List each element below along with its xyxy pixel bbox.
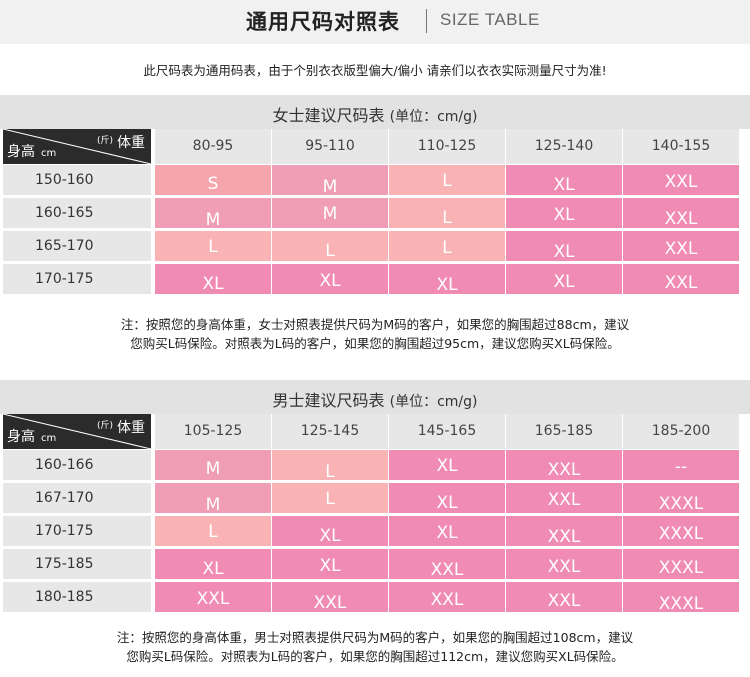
height-row-header: 150-160 — [3, 165, 151, 195]
men-note: 注：按照您的身高体重，男士对照表提供尺码为M码的客户，如果您的胸围超过108cm… — [0, 628, 750, 666]
women-unit-text: (单位：cm/g) — [389, 109, 478, 125]
size-cell: M — [272, 198, 388, 228]
size-cell: XXL — [623, 165, 739, 195]
size-cell: L — [389, 165, 505, 195]
size-cell: L — [389, 231, 505, 261]
weight-text: 体重 — [117, 135, 145, 151]
size-cell: XL — [155, 264, 271, 294]
size-cell: -- — [623, 450, 739, 480]
size-cell: M — [155, 198, 271, 230]
height-row-header: 170-175 — [3, 516, 151, 546]
weight-column-header: 110-125 — [389, 129, 505, 164]
size-cell: XL — [155, 549, 271, 579]
weight-column-header: 140-155 — [623, 129, 739, 164]
size-cell: XXL — [155, 582, 271, 612]
size-cell: XXL — [623, 264, 739, 294]
size-cell: L — [272, 450, 388, 482]
size-cell: XXL — [506, 549, 622, 579]
size-cell: XL — [506, 198, 622, 228]
height-label: 身高 cm — [7, 426, 56, 446]
height-row-header: 160-165 — [3, 198, 151, 228]
size-cell: XXL — [506, 516, 622, 547]
women-title-text: 女士建议尺码表 — [272, 106, 385, 125]
size-cell: L — [272, 231, 388, 261]
height-row-header: 165-170 — [3, 231, 151, 261]
size-cell: S — [155, 165, 271, 195]
page-title: 通用尺码对照表 — [246, 10, 400, 34]
weight-text: 体重 — [117, 420, 145, 436]
size-cell: XXL — [389, 549, 505, 580]
size-cell: XXXL — [623, 549, 739, 579]
size-cell: XXL — [389, 582, 505, 612]
weight-column-header: 125-140 — [506, 129, 622, 164]
men-corner-header: (斤) 体重 身高 cm — [3, 414, 151, 449]
women-corner-header: (斤) 体重 身高 cm — [3, 129, 151, 164]
weight-column-header: 125-145 — [272, 414, 388, 449]
size-cell: XL — [272, 549, 388, 579]
men-unit-text: (单位：cm/g) — [389, 394, 478, 410]
size-cell: L — [272, 483, 388, 513]
size-cell: XL — [389, 516, 505, 546]
weight-column-header: 145-165 — [389, 414, 505, 449]
height-row-header: 180-185 — [3, 582, 151, 612]
height-text: 身高 — [7, 144, 35, 160]
men-table-header: 男士建议尺码表 (单位：cm/g) — [0, 380, 750, 414]
women-size-section: 女士建议尺码表 (单位：cm/g) (斤) 体重 身高 cm 注：按照您的身高体重，… — [0, 95, 750, 351]
size-cell: L — [389, 198, 505, 228]
size-cell: XXL — [623, 198, 739, 229]
height-row-header: 160-166 — [3, 450, 151, 480]
size-cell: XL — [272, 264, 388, 294]
height-unit: cm — [41, 433, 57, 444]
size-cell: XL — [506, 231, 622, 262]
height-label: 身高 cm — [7, 141, 56, 161]
size-cell: XL — [506, 165, 622, 195]
weight-column-header: 165-185 — [506, 414, 622, 449]
weight-column-header: 105-125 — [155, 414, 271, 449]
men-size-section: 男士建议尺码表 (单位：cm/g) (斤) 体重 身高 cm 注：按照您的身高体重，… — [0, 380, 750, 670]
women-table-header: 女士建议尺码表 (单位：cm/g) — [0, 95, 750, 129]
weight-column-header: 80-95 — [155, 129, 271, 164]
size-cell: XXL — [506, 450, 622, 480]
size-cell: XL — [272, 516, 388, 546]
women-note: 注：按照您的身高体重，女士对照表提供尺码为M码的客户，如果您的胸围超过88cm，… — [0, 315, 750, 353]
size-cell: L — [155, 516, 271, 546]
size-cell: XXXL — [623, 483, 739, 514]
size-cell: XL — [389, 450, 505, 480]
weight-column-header: 185-200 — [623, 414, 739, 449]
height-row-header: 170-175 — [3, 264, 151, 294]
size-cell: XXL — [506, 582, 622, 612]
height-text: 身高 — [7, 429, 35, 445]
men-note-line: 注：按照您的身高体重，男士对照表提供尺码为M码的客户，如果您的胸围超过108cm… — [116, 630, 634, 645]
title-banner: 通用尺码对照表 SIZE TABLE — [0, 0, 750, 44]
size-cell: M — [155, 483, 271, 515]
men-table-title: 男士建议尺码表 (单位：cm/g) — [0, 387, 750, 411]
men-title-text: 男士建议尺码表 — [272, 391, 385, 410]
size-cell: XXL — [506, 483, 622, 513]
size-cell: XL — [506, 264, 622, 294]
weight-label: (斤) 体重 — [97, 417, 145, 437]
size-cell: XL — [389, 483, 505, 513]
weight-label: (斤) 体重 — [97, 132, 145, 152]
height-row-header: 167-170 — [3, 483, 151, 513]
intro-text: 此尺码表为通用码表，由于个别衣衣版型偏大/偏小 请亲们以衣衣实际测量尺寸为准! — [143, 63, 607, 78]
size-cell: XXL — [623, 231, 739, 261]
size-cell: M — [272, 165, 388, 197]
men-note-line: 您购买L码保险。对照表为L码的客户，如果您的胸围超过112cm，建议您购买XL码… — [126, 649, 624, 664]
weight-unit: (斤) — [96, 136, 113, 146]
size-cell: XXL — [272, 582, 388, 613]
size-cell: XXXL — [623, 516, 739, 546]
height-row-header: 175-185 — [3, 549, 151, 579]
size-cell: XXXL — [623, 582, 739, 614]
page-subtitle: SIZE TABLE — [440, 10, 540, 29]
size-cell: L — [155, 231, 271, 261]
weight-unit: (斤) — [96, 421, 113, 431]
women-note-line: 您购买L码保险。对照表为L码的客户，如果您的胸围超过95cm，建议您购买XL码保… — [130, 336, 620, 351]
weight-column-header: 95-110 — [272, 129, 388, 164]
women-note-line: 注：按照您的身高体重，女士对照表提供尺码为M码的客户，如果您的胸围超过88cm，… — [120, 317, 630, 332]
title-divider — [426, 9, 427, 33]
women-table-title: 女士建议尺码表 (单位：cm/g) — [0, 102, 750, 126]
height-unit: cm — [41, 148, 57, 159]
size-cell: XL — [389, 264, 505, 295]
size-cell: M — [155, 450, 271, 480]
